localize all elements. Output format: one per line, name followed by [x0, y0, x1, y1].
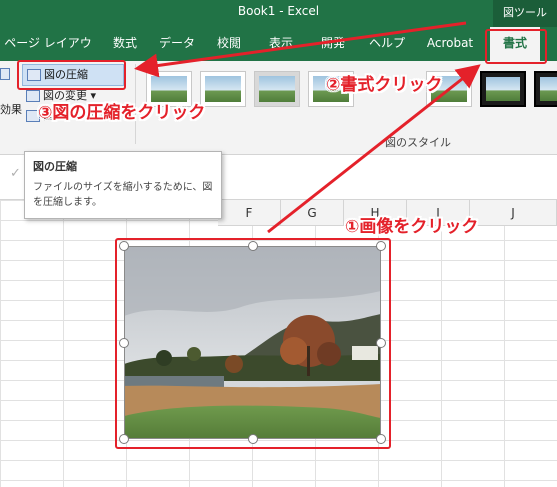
tab-developer[interactable]: 開発 [310, 27, 356, 61]
check-icon[interactable]: ✓ [10, 166, 21, 181]
picture-small-icon [0, 68, 10, 80]
tooltip-body: ファイルのサイズを縮小するために、図を圧縮します。 [33, 182, 213, 208]
step-3-label: ③図の圧縮をクリック [38, 103, 206, 123]
tab-formulas[interactable]: 数式 [102, 27, 148, 61]
excel-window: Book1 - Excel 図ツール ページ レイアウト 数式 データ 校閲 表… [0, 0, 557, 487]
step-1-label: ①画像をクリック [345, 217, 479, 237]
effects-label: 効果 [0, 103, 22, 116]
effects-command[interactable]: 効果 [0, 100, 22, 120]
artistic-icon[interactable] [0, 64, 13, 84]
format-tab-highlight-box [485, 29, 547, 64]
step-2-label: ②書式クリック [326, 75, 443, 95]
tab-page-layout[interactable]: ページ レイアウト [0, 27, 96, 82]
picture-style-2[interactable] [200, 71, 246, 107]
compress-button-highlight-box [17, 60, 126, 90]
tab-help[interactable]: ヘルプ [362, 27, 412, 61]
tab-view[interactable]: 表示 [258, 27, 304, 61]
ribbon-tab-row: ページ レイアウト 数式 データ 校閲 表示 開発 ヘルプ Acrobat 書式 [0, 27, 557, 82]
column-header-g[interactable]: G [281, 200, 344, 226]
title-bar: Book1 - Excel 図ツール [0, 0, 557, 27]
tooltip-title: 図の圧縮 [33, 160, 77, 173]
tab-data[interactable]: データ [152, 27, 202, 61]
tab-acrobat[interactable]: Acrobat [418, 27, 482, 61]
picture-highlight-box [115, 238, 391, 449]
style-preview [540, 77, 557, 101]
picture-style-7[interactable] [534, 71, 557, 107]
style-preview [486, 77, 520, 101]
picture-style-6[interactable] [480, 71, 526, 107]
style-preview [205, 76, 241, 102]
window-title: Book1 - Excel [237, 4, 320, 18]
style-preview [259, 76, 295, 102]
column-header-j[interactable]: J [470, 200, 557, 226]
picture-style-3[interactable] [254, 71, 300, 107]
tab-review[interactable]: 校閲 [206, 27, 252, 61]
compress-tooltip: 図の圧縮 ファイルのサイズを縮小するために、図を圧縮します。 [24, 151, 222, 219]
picture-tools-label: 図ツール [493, 0, 557, 27]
picture-styles-group-label: 図のスタイル [385, 136, 451, 149]
column-header-f[interactable]: F [218, 200, 281, 226]
